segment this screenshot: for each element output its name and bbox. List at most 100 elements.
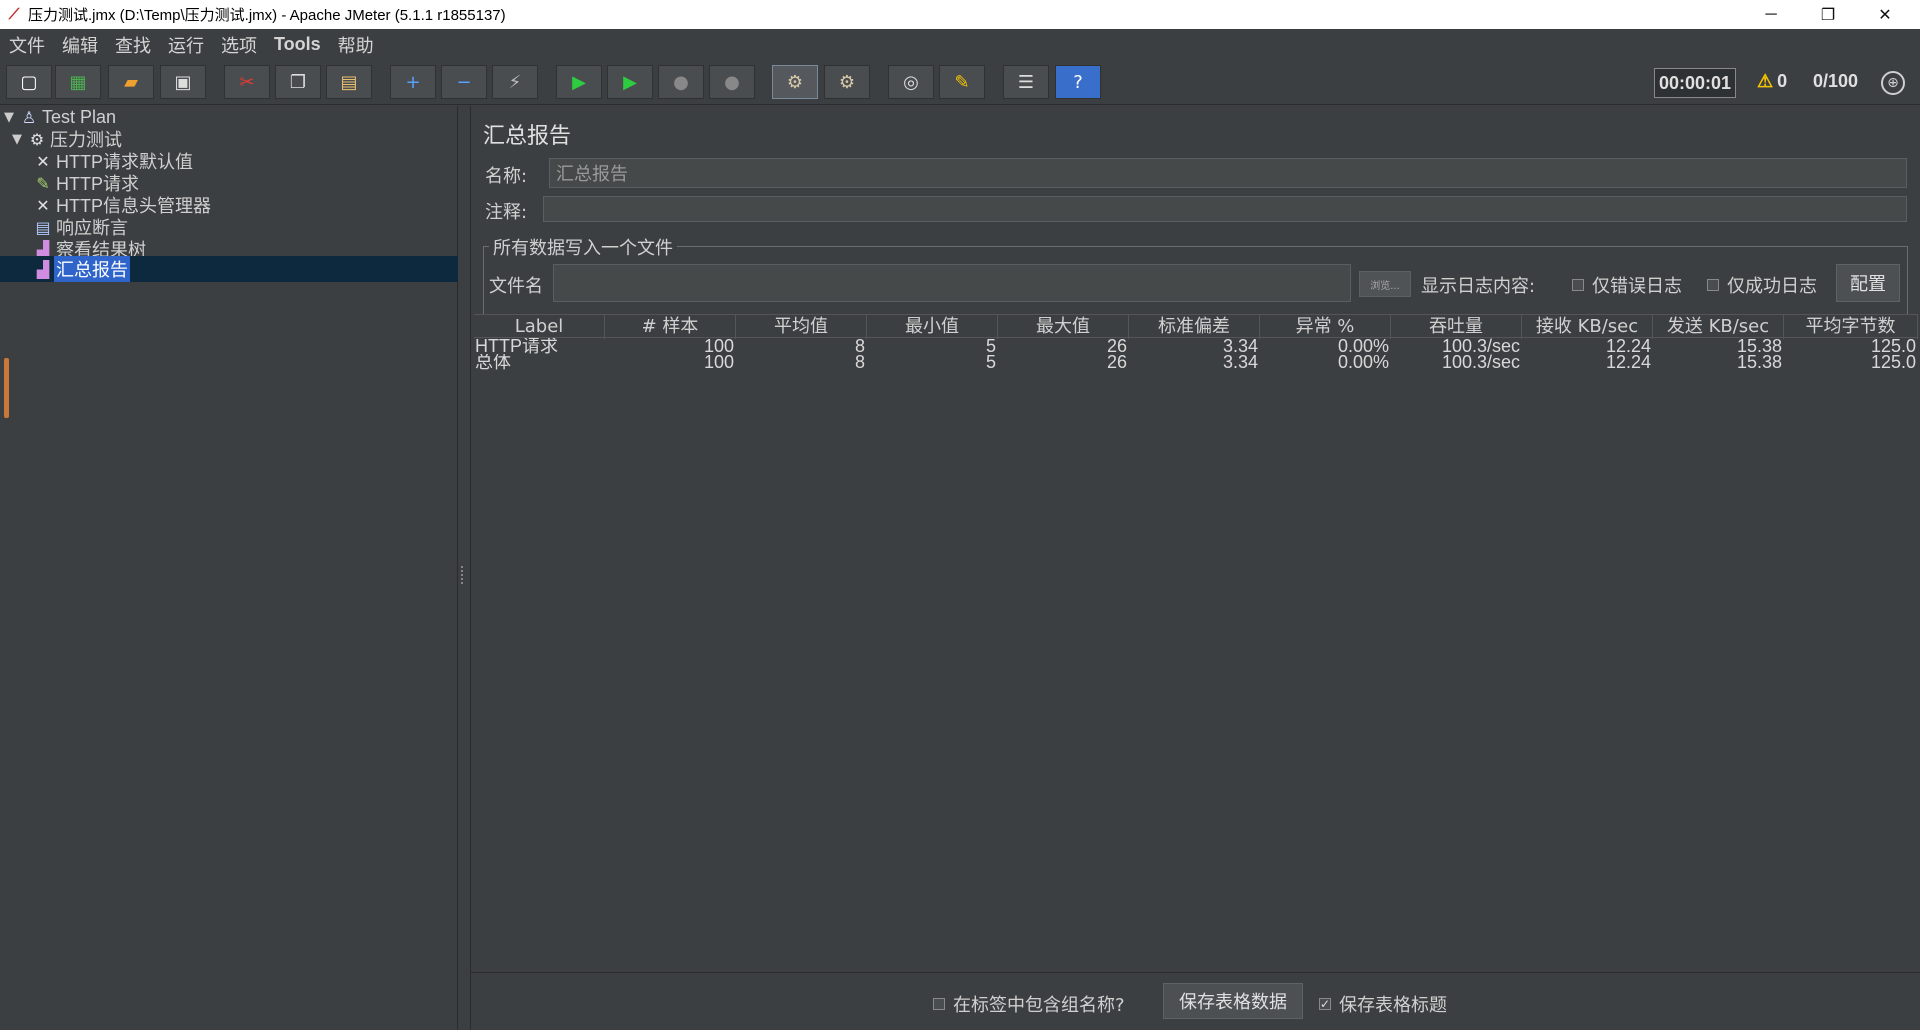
new-icon: ▢: [20, 71, 38, 93]
table-cell: 3.34: [1222, 338, 1258, 354]
pipette-icon: ✎: [36, 173, 50, 193]
col-label[interactable]: Label: [474, 315, 605, 339]
save-table-data-button[interactable]: 保存表格数据: [1163, 983, 1303, 1019]
col-received-kb[interactable]: 接收 KB/sec: [1522, 315, 1653, 339]
save-header-checkbox[interactable]: ✓ 保存表格标题: [1319, 991, 1447, 1017]
search-button[interactable]: ◎: [888, 65, 934, 99]
table-cell: 125.0: [1870, 338, 1916, 354]
warning-counter[interactable]: ⚠ 0: [1757, 71, 1787, 92]
table-cell: 15.38: [1736, 338, 1782, 354]
menu-run[interactable]: 运行: [159, 32, 212, 58]
minimize-button[interactable]: ─: [1744, 0, 1798, 29]
jmeter-feather-icon: ⟋: [8, 6, 20, 23]
reset-search-button[interactable]: ✎: [939, 65, 985, 99]
menu-help[interactable]: 帮助: [329, 32, 382, 58]
col-min[interactable]: 最小值: [867, 315, 998, 339]
remote-globe-icon[interactable]: ⊕: [1881, 71, 1905, 95]
shutdown-icon: ●: [724, 71, 740, 93]
expand-arrow-icon[interactable]: ▼: [12, 132, 26, 147]
expand-button[interactable]: +: [390, 65, 436, 99]
function-helper-icon: ☰: [1017, 71, 1035, 93]
table-row[interactable]: HTTP请求 100 8 5 26 3.34 0.00% 100.3/sec 1…: [474, 338, 1918, 354]
name-label: 名称:: [485, 166, 528, 187]
copy-icon: ❐: [289, 71, 307, 93]
checkbox-checked-box[interactable]: ✓: [1319, 997, 1331, 1011]
browse-button[interactable]: 浏览...: [1359, 271, 1411, 297]
menu-options[interactable]: 选项: [212, 32, 265, 58]
active-threads: 0/100: [1813, 71, 1859, 91]
templates-button[interactable]: ▦: [55, 65, 101, 99]
checkbox-box[interactable]: [1572, 279, 1584, 291]
table-row[interactable]: 总体 100 8 5 26 3.34 0.00% 100.3/sec 12.24…: [474, 354, 1918, 370]
col-error-pct[interactable]: 异常 %: [1260, 315, 1391, 339]
split-pane-divider[interactable]: [459, 106, 469, 1030]
assertion-icon: ▤: [35, 217, 51, 237]
elapsed-timer: 00:00:01: [1654, 68, 1736, 98]
expand-arrow-icon[interactable]: ▼: [4, 110, 18, 125]
col-throughput[interactable]: 吞吐量: [1391, 315, 1522, 339]
shutdown-button[interactable]: ●: [709, 65, 755, 99]
table-cell: 100.3/sec: [1441, 338, 1520, 354]
comment-label: 注释:: [485, 202, 528, 223]
start-no-pause-button[interactable]: ▶: [607, 65, 653, 99]
clear-all-button[interactable]: ⚙: [824, 65, 870, 99]
col-sent-kb[interactable]: 发送 KB/sec: [1653, 315, 1784, 339]
help-button[interactable]: ?: [1055, 65, 1101, 99]
comment-field[interactable]: [543, 196, 1907, 222]
file-name-label: 文件名: [489, 276, 543, 297]
summary-table: Label # 样本 平均值 最小值 最大值 标准偏差 异常 % 吞吐量 接收 …: [474, 314, 1918, 370]
menu-file[interactable]: 文件: [0, 32, 53, 58]
table-cell: 8: [854, 354, 865, 370]
menu-bar: 文件 编辑 查找 运行 选项 Tools 帮助: [0, 29, 1920, 60]
file-name-field[interactable]: [553, 264, 1351, 302]
search-icon: ◎: [903, 71, 919, 93]
save-button[interactable]: ▣: [160, 65, 206, 99]
cut-icon: ✂: [239, 71, 255, 93]
close-button[interactable]: ✕: [1858, 0, 1912, 29]
cut-button[interactable]: ✂: [224, 65, 270, 99]
function-helper-button[interactable]: ☰: [1003, 65, 1049, 99]
log-content-label: 显示日志内容:: [1421, 276, 1536, 297]
include-group-label: 在标签中包含组名称?: [953, 995, 1125, 1016]
copy-button[interactable]: ❐: [275, 65, 321, 99]
stop-icon: ●: [673, 71, 689, 93]
include-group-checkbox[interactable]: 在标签中包含组名称?: [933, 991, 1125, 1017]
summary-report-panel: 汇总报告 名称: 汇总报告 注释: 所有数据写入一个文件 文件名 浏览... 显…: [470, 106, 1920, 1030]
name-field[interactable]: 汇总报告: [549, 158, 1907, 188]
checkbox-box[interactable]: [1707, 279, 1719, 291]
menu-tools[interactable]: Tools: [265, 34, 329, 55]
start-button[interactable]: ▶: [556, 65, 602, 99]
table-cell: 12.24: [1605, 354, 1651, 370]
table-cell: 26: [1106, 354, 1127, 370]
stop-button[interactable]: ●: [658, 65, 704, 99]
paste-button[interactable]: ▤: [326, 65, 372, 99]
open-button[interactable]: ▰: [108, 65, 154, 99]
table-cell: 125.0: [1870, 354, 1916, 370]
menu-search[interactable]: 查找: [106, 32, 159, 58]
errors-only-checkbox[interactable]: 仅错误日志: [1572, 272, 1682, 298]
splitter-grip[interactable]: [461, 566, 467, 584]
collapse-button[interactable]: −: [441, 65, 487, 99]
save-icon: ▣: [174, 71, 192, 93]
toggle-button[interactable]: ⚡: [492, 65, 538, 99]
restore-button[interactable]: ❐: [1801, 0, 1855, 29]
menu-edit[interactable]: 编辑: [53, 32, 106, 58]
configure-button[interactable]: 配置: [1836, 264, 1900, 302]
wrench-icon: ✕: [36, 195, 50, 215]
tree-item-summary-report[interactable]: ▟ 汇总报告: [0, 256, 458, 282]
col-samples[interactable]: # 样本: [605, 315, 736, 339]
col-stddev[interactable]: 标准偏差: [1129, 315, 1260, 339]
tree-scroll-marker[interactable]: [4, 358, 9, 418]
collapse-icon: −: [456, 71, 472, 93]
col-max[interactable]: 最大值: [998, 315, 1129, 339]
col-average[interactable]: 平均值: [736, 315, 867, 339]
checkbox-box[interactable]: [933, 998, 945, 1010]
reset-search-icon: ✎: [954, 71, 970, 93]
test-plan-tree: ▼ ♙ Test Plan ▼ ⚙ 压力测试 ✕ HTTP请求默认值 ✎ HTT…: [0, 106, 458, 1030]
success-only-checkbox[interactable]: 仅成功日志: [1707, 272, 1817, 298]
new-button[interactable]: ▢: [6, 65, 52, 99]
table-cell: 100.3/sec: [1441, 354, 1520, 370]
clear-button[interactable]: ⚙: [772, 65, 818, 99]
col-avg-bytes[interactable]: 平均字节数: [1784, 315, 1918, 339]
table-cell: 26: [1106, 338, 1127, 354]
